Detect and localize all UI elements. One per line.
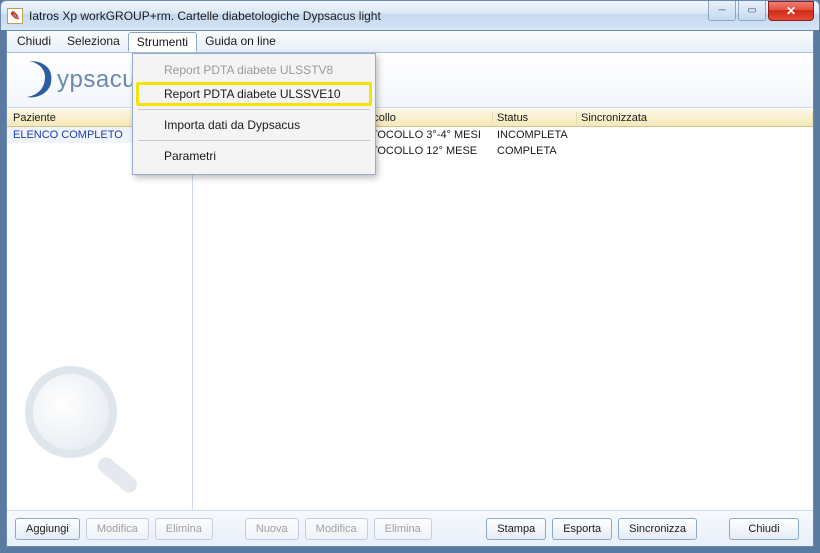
logo-area: ypsacu [7,53,813,108]
dd-separator-2 [138,140,370,141]
menu-guida[interactable]: Guida on line [197,31,284,52]
cell-status: COMPLETA [493,143,577,159]
dd-report-tv8: Report PDTA diabete ULSSTV8 [136,58,372,82]
window-body: Chiudi Seleziona Strumenti Guida on line… [6,30,814,547]
elimina-button-2: Elimina [374,518,432,540]
menu-chiudi[interactable]: Chiudi [9,31,59,52]
app-icon: ✎ [7,8,23,24]
menu-strumenti[interactable]: Strumenti [128,32,197,52]
logo: ypsacu [21,59,136,101]
close-button[interactable]: ✕ [768,1,814,21]
logo-text: ypsacu [57,66,136,94]
menu-seleziona[interactable]: Seleziona [59,31,128,52]
col-status[interactable]: Status [493,112,577,124]
minimize-button[interactable]: ─ [708,1,736,21]
window-controls: ─ ▭ ✕ [708,1,819,21]
footer: Aggiungi Modifica Elimina Nuova Modifica… [7,510,813,546]
cell-sync [577,127,813,143]
dd-importa[interactable]: Importa dati da Dypsacus [136,113,372,137]
col-sincronizzata[interactable]: Sincronizzata [577,112,813,124]
menubar: Chiudi Seleziona Strumenti Guida on line [7,31,813,53]
dd-report-ve10[interactable]: Report PDTA diabete ULSSVE10 [136,82,372,106]
esporta-button[interactable]: Esporta [552,518,612,540]
maximize-button[interactable]: ▭ [738,1,766,21]
titlebar: ✎ Iatros Xp workGROUP+rm. Cartelle diabe… [0,0,820,30]
modifica-button-2: Modifica [305,518,368,540]
left-watermark [7,143,192,510]
magnifier-icon [13,354,163,504]
dd-separator-1 [138,109,370,110]
logo-icon [21,59,57,101]
window-title: Iatros Xp workGROUP+rm. Cartelle diabeto… [29,9,381,23]
elimina-button-1: Elimina [155,518,213,540]
cell-status: INCOMPLETA [493,127,577,143]
cell-sync [577,143,813,159]
nuova-button: Nuova [245,518,299,540]
stampa-button[interactable]: Stampa [486,518,546,540]
sincronizza-button[interactable]: Sincronizza [618,518,697,540]
strumenti-dropdown: Report PDTA diabete ULSSTV8 Report PDTA … [132,53,376,175]
aggiungi-button[interactable]: Aggiungi [15,518,80,540]
dd-parametri[interactable]: Parametri [136,144,372,168]
content: Paziente ELENCO COMPLETO Ti [7,109,813,510]
modifica-button-1: Modifica [86,518,149,540]
chiudi-button[interactable]: Chiudi [729,518,799,540]
